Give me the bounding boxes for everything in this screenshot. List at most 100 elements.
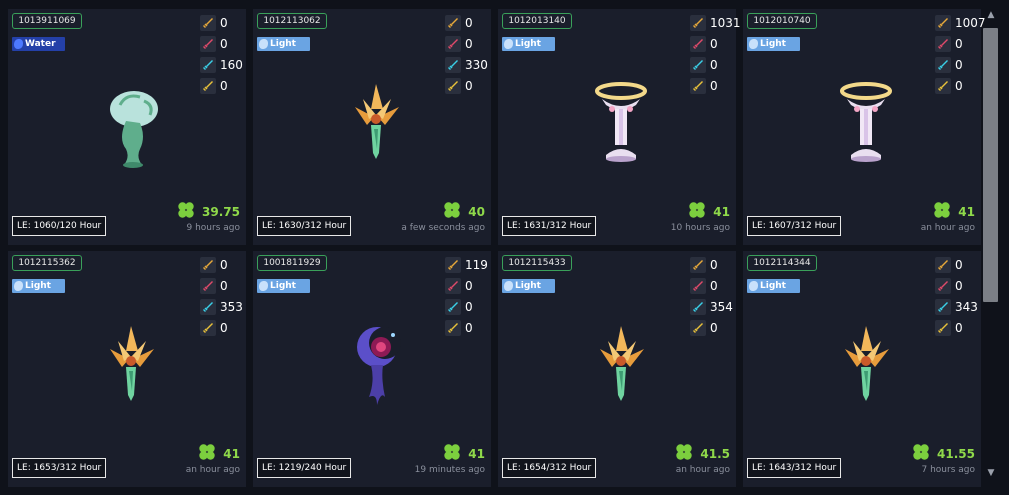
stat-value: 119 [465,258,488,272]
stat-row: 0 [445,318,491,339]
element-badge: Light [502,37,555,51]
sword-icon [445,57,461,73]
light-icon [749,281,758,291]
le-badge: LE: 1060/120 Hour [12,216,107,236]
light-icon [259,281,268,291]
vase-icon [96,79,166,169]
scroll-thumb[interactable] [983,28,998,302]
element-label: Light [760,281,786,291]
stat-value: 0 [710,258,718,272]
halo-pedestal-icon [831,79,901,169]
stat-value: 0 [955,279,963,293]
stat-row: 353 [200,297,246,318]
score-value: 41 [468,447,485,461]
stat-row: 0 [690,276,736,297]
item-id-badge: 1012010740 [747,13,817,29]
stat-row: 330 [445,55,491,76]
sword-icon [690,320,706,336]
clover-icon [674,442,694,466]
clover-icon [197,442,217,466]
stat-value: 0 [710,37,718,51]
stat-value: 0 [955,321,963,335]
stat-row: 0 [690,318,736,339]
stat-row: 0 [935,318,981,339]
item-card[interactable]: 1012010740 Light 1007 0 0 0 41 an hour a… [743,9,986,245]
item-card[interactable]: 1013911069 Water 0 0 160 0 39.75 9 hours… [8,9,246,245]
sword-icon [935,299,951,315]
stat-row: 0 [445,13,491,34]
stat-value: 0 [710,321,718,335]
sword-icon [445,36,461,52]
halo-pedestal-icon [586,79,656,169]
stat-row: 0 [935,76,981,97]
score: 41 [687,202,730,222]
sword-icon [200,57,216,73]
clover-icon [911,442,931,466]
timestamp: an hour ago [675,465,730,475]
element-badge: Light [12,279,65,293]
stat-value: 0 [955,58,963,72]
clover-icon [176,200,196,224]
score-value: 41 [713,205,730,219]
element-badge: Light [502,279,555,293]
timestamp: 9 hours ago [186,223,241,233]
item-card[interactable]: 1012115362 Light 0 0 353 0 41 an hour ag… [8,251,246,487]
scroll-up-icon[interactable]: ▲ [986,10,996,20]
score-value: 40 [468,205,485,219]
stat-value: 0 [220,16,228,30]
flower-icon [831,321,901,411]
element-label: Light [515,281,541,291]
stat-value: 0 [220,258,228,272]
stat-value: 354 [710,300,733,314]
sword-icon [445,78,461,94]
stat-value: 0 [220,321,228,335]
stats-list: 0 0 343 0 [935,255,981,339]
sword-icon [200,36,216,52]
sword-icon [690,57,706,73]
score-value: 41.55 [937,447,975,461]
sword-icon [935,57,951,73]
stat-value: 0 [710,79,718,93]
stats-list: 119 0 0 0 [445,255,491,339]
stat-row: 0 [445,276,491,297]
stats-list: 1031 0 0 0 [690,13,741,97]
item-id-badge: 1013911069 [12,13,82,29]
score: 41 [442,444,485,464]
stat-row: 1031 [690,13,741,34]
light-icon [504,281,513,291]
sword-icon [690,36,706,52]
sword-icon [690,78,706,94]
stat-value: 0 [465,79,473,93]
item-card[interactable]: 1012113062 Light 0 0 330 0 40 a few seco… [253,9,491,245]
scroll-down-icon[interactable]: ▼ [986,468,996,478]
sword-icon [445,257,461,273]
timestamp: a few seconds ago [401,223,485,233]
le-badge: LE: 1654/312 Hour [502,458,597,478]
sword-icon [935,78,951,94]
timestamp: 10 hours ago [670,223,730,233]
sword-icon [445,320,461,336]
timestamp: 19 minutes ago [414,465,485,475]
stat-row: 0 [200,255,246,276]
flower-icon [586,321,656,411]
light-icon [504,39,513,49]
sword-icon [935,278,951,294]
item-card[interactable]: 1001811929 Light 119 0 0 0 41 19 minutes… [253,251,491,487]
score: 41 [197,444,240,464]
light-icon [14,281,23,291]
stat-row: 343 [935,297,981,318]
sword-icon [935,257,951,273]
stat-value: 0 [220,279,228,293]
timestamp: an hour ago [185,465,240,475]
stat-row: 0 [200,318,246,339]
item-card[interactable]: 1012013140 Light 1031 0 0 0 41 10 hours … [498,9,741,245]
stat-value: 0 [710,58,718,72]
sword-icon [445,299,461,315]
le-badge: LE: 1219/240 Hour [257,458,352,478]
item-card[interactable]: 1012115433 Light 0 0 354 0 41.5 an hour … [498,251,736,487]
light-icon [749,39,758,49]
stat-value: 0 [465,321,473,335]
scrollbar[interactable]: ▲ ▼ [982,10,1000,480]
score: 41.55 [911,444,975,464]
item-card[interactable]: 1012114344 Light 0 0 343 0 41.55 7 hours… [743,251,981,487]
